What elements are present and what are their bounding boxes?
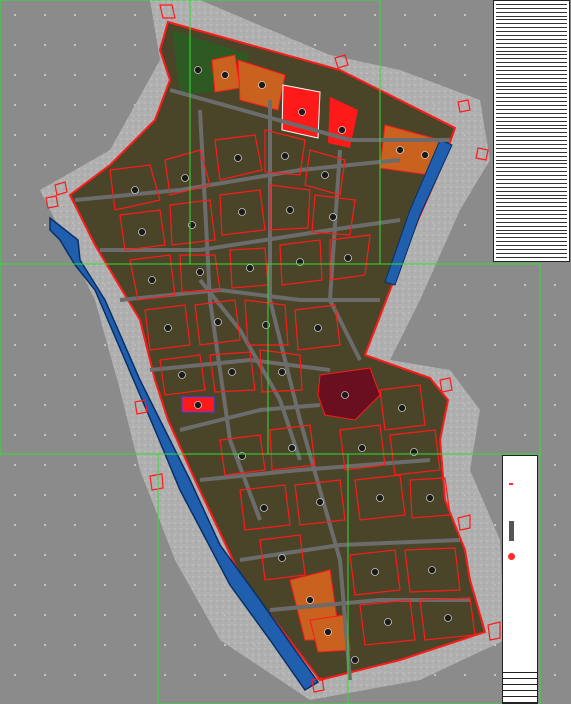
title-block-footer	[503, 672, 537, 703]
urban-plan-map	[0, 0, 571, 704]
title-block-marker-c	[508, 553, 515, 560]
title-block-marker-b	[509, 521, 514, 541]
legend-table	[493, 0, 570, 262]
title-block	[502, 455, 538, 704]
legend-rows	[494, 1, 569, 261]
title-block-marker-a	[509, 483, 513, 485]
